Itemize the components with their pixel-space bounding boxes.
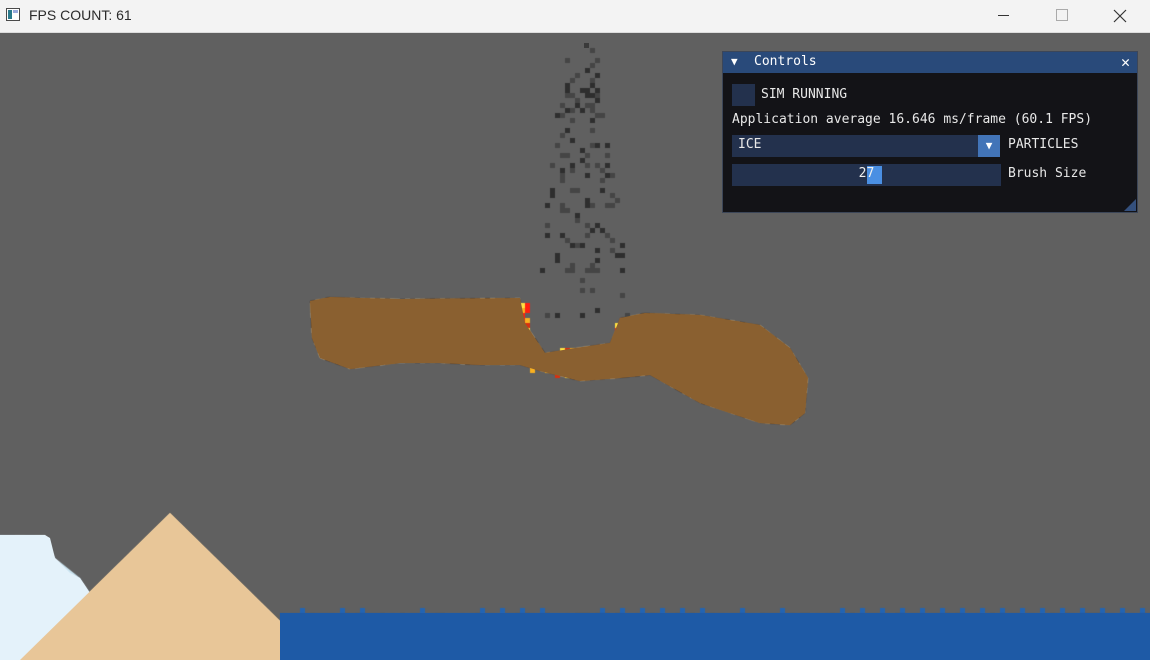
brush-size-slider[interactable]: 27 bbox=[732, 164, 1001, 186]
brush-size-value: 27 bbox=[858, 166, 875, 181]
minimize-button[interactable] bbox=[975, 0, 1033, 32]
close-icon bbox=[1113, 9, 1127, 23]
panel-header[interactable]: ▼ Controls ✕ bbox=[723, 52, 1137, 73]
close-icon[interactable]: ✕ bbox=[1121, 53, 1130, 71]
app-window-icon bbox=[6, 8, 20, 21]
maximize-button[interactable] bbox=[1033, 0, 1091, 32]
particles-selected-value: ICE bbox=[738, 137, 762, 152]
close-window-button[interactable] bbox=[1091, 0, 1149, 32]
brush-size-label: Brush Size bbox=[1008, 166, 1087, 181]
smoke-plume bbox=[584, 43, 589, 48]
water-pool bbox=[280, 613, 1150, 660]
particles-label: PARTICLES bbox=[1008, 137, 1079, 152]
title-bar: FPS COUNT: 61 bbox=[0, 0, 1150, 33]
panel-title: Controls bbox=[754, 54, 817, 69]
burning-wood bbox=[310, 297, 808, 425]
performance-text: Application average 16.646 ms/frame (60.… bbox=[732, 112, 1093, 127]
window-title: FPS COUNT: 61 bbox=[29, 7, 132, 23]
controls-panel[interactable]: ▼ Controls ✕ SIM RUNNING Application ave… bbox=[722, 51, 1138, 213]
sim-running-label: SIM RUNNING bbox=[761, 87, 848, 102]
triangle-down-icon[interactable]: ▼ bbox=[731, 55, 738, 68]
resize-grip[interactable] bbox=[1124, 199, 1136, 211]
triangle-down-icon[interactable]: ▼ bbox=[978, 135, 1000, 157]
sim-running-checkbox[interactable] bbox=[732, 84, 755, 106]
particles-dropdown[interactable]: ICE ▼ bbox=[732, 135, 1000, 157]
